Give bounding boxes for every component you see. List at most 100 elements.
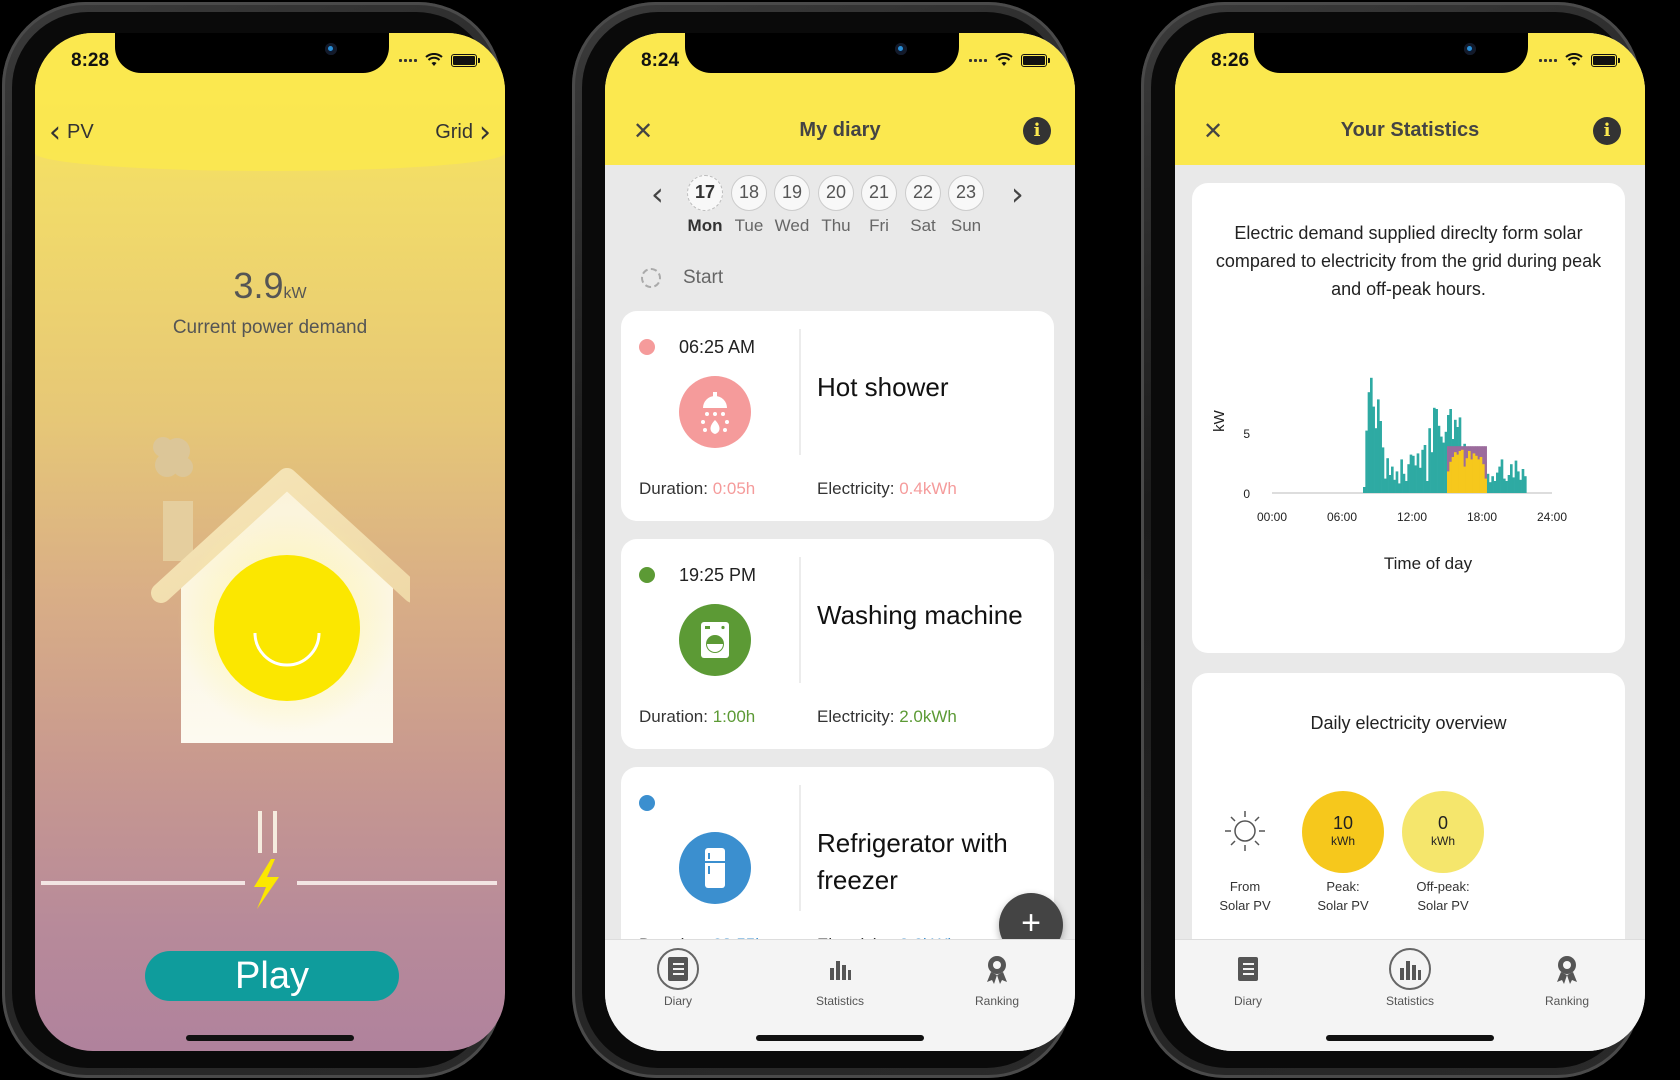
notch — [1254, 33, 1528, 73]
chart-bar — [1372, 406, 1375, 493]
chart-bar — [1391, 466, 1394, 493]
chart-bar — [1409, 454, 1413, 493]
chart-bar — [1512, 477, 1515, 493]
chart-bar — [1365, 430, 1368, 493]
diary-entry-card[interactable]: 19:25 PM Washing machine Duration: 1:00h… — [621, 539, 1054, 749]
entry-name: Refrigerator with freezer — [817, 828, 1008, 895]
chart-bar — [1437, 425, 1441, 493]
overview-off-peak: 0 kWh Off-peak: Solar PV — [1402, 791, 1484, 915]
info-icon[interactable]: i — [1023, 117, 1051, 145]
entry-duration: Duration: 0:05h — [639, 479, 756, 498]
entry-duration: Duration: 1:00h — [639, 707, 756, 726]
chevron-right-icon: › — [479, 114, 491, 150]
entry-color-dot — [639, 339, 655, 355]
chart-bar — [1447, 471, 1450, 493]
day-mon[interactable]: 17 Mon — [685, 175, 725, 236]
chart-bar — [1503, 478, 1506, 493]
ranking-icon — [1557, 956, 1577, 984]
home-indicator — [756, 1035, 924, 1041]
chart-bar — [1377, 399, 1380, 493]
day-fri[interactable]: 21 Fri — [859, 175, 899, 236]
battery-icon — [451, 53, 480, 67]
day-tue[interactable]: 18 Tue — [729, 175, 769, 236]
chart-bar — [1465, 458, 1469, 493]
start-marker-icon — [641, 268, 661, 288]
day-sat[interactable]: 22 Sat — [903, 175, 943, 236]
tab-ranking[interactable]: Ranking — [957, 948, 1037, 1008]
demand-chart: kW Time of day 00:00 06:00 12:00 18:00 24:00… — [1211, 377, 1567, 573]
nav-grid-label: Grid — [435, 121, 473, 143]
chart-bar — [1442, 442, 1445, 493]
diary-entry-card[interactable]: 06:25 AM Hot shower Duration: 0:05h Elec… — [621, 311, 1054, 521]
entry-color-dot — [639, 795, 655, 811]
day-thu[interactable]: 20 Thu — [816, 175, 856, 236]
y-axis-label: kW — [1211, 409, 1228, 432]
diary-icon — [668, 957, 688, 981]
chart-description: Electric demand supplied direclty form s… — [1215, 223, 1602, 299]
chart-bar — [1400, 459, 1403, 493]
shower-icon — [679, 376, 751, 448]
chart-bar — [1500, 459, 1504, 493]
chart-bar — [1381, 447, 1385, 493]
chevron-right-icon[interactable]: › — [1011, 175, 1024, 213]
chart-bar — [1430, 452, 1434, 493]
chart-bar — [1496, 472, 1499, 493]
info-icon[interactable]: i — [1593, 117, 1621, 145]
nav-pv-button[interactable]: ‹ PV — [49, 117, 94, 147]
overview-peak: 10 kWh Peak: Solar PV — [1302, 791, 1384, 915]
chart-bar — [1486, 473, 1490, 493]
chart-bar — [1472, 453, 1476, 493]
chart-bar — [1491, 476, 1494, 493]
grid-connection-icon — [41, 811, 497, 909]
chart-card: Electric demand supplied direclty form s… — [1192, 183, 1625, 653]
signal-icon — [1539, 58, 1557, 62]
tab-diary[interactable]: Diary — [638, 948, 718, 1008]
chart-bar — [1374, 428, 1378, 493]
power-readout: 3.9kW — [35, 265, 505, 307]
statistics-screen: 8:26 ✕ Your Statistics i Electric demand… — [1175, 33, 1645, 1051]
tab-statistics[interactable]: Statistics — [800, 948, 880, 1008]
chart-bar — [1428, 428, 1431, 493]
chart-bar — [1370, 377, 1373, 493]
ranking-icon — [987, 956, 1007, 984]
chart-bar — [1435, 409, 1438, 493]
tab-diary[interactable]: Diary — [1208, 948, 1288, 1008]
x-tick-label: 12:00 — [1397, 510, 1427, 524]
phone-diary-screen: 8:24 ✕ My diary i ‹ 17 Mon 18 Tue 19 Wed 20… — [572, 2, 1075, 1078]
chart-bar — [1423, 445, 1427, 493]
statistics-icon — [830, 961, 851, 980]
play-button[interactable]: Play — [145, 951, 399, 1001]
status-time: 8:28 — [71, 50, 110, 71]
signal-icon — [969, 58, 987, 62]
chart-bar — [1379, 421, 1382, 493]
home-screen: 8:28 ‹ PV Grid › 3.9kW Current power dem… — [35, 33, 505, 1051]
home-indicator — [1326, 1035, 1494, 1041]
nav-grid-button[interactable]: Grid › — [435, 114, 491, 150]
power-value: 3.9 — [233, 265, 284, 306]
chevron-left-icon[interactable]: ‹ — [651, 175, 664, 213]
lightning-icon — [254, 859, 279, 909]
tab-statistics[interactable]: Statistics — [1370, 948, 1450, 1008]
x-tick-label: 06:00 — [1327, 510, 1357, 524]
day-sun[interactable]: 23 Sun — [946, 175, 986, 236]
chart-bar — [1468, 451, 1471, 493]
chart-bar — [1489, 482, 1492, 493]
chart-bar — [1454, 452, 1457, 493]
smiley-sun-icon — [214, 555, 360, 701]
chart-bar — [1475, 455, 1478, 493]
chart-bar — [1384, 478, 1387, 493]
washing-machine-icon — [679, 604, 751, 676]
tab-ranking[interactable]: Ranking — [1527, 948, 1607, 1008]
chart-bar — [1456, 454, 1459, 493]
home-indicator — [186, 1035, 354, 1041]
phone-home-screen: 8:28 ‹ PV Grid › 3.9kW Current power dem… — [2, 2, 505, 1078]
entry-name: Hot shower — [817, 372, 949, 402]
chart-bar — [1444, 431, 1448, 493]
entry-electricity: Electricity: 0.4kWh — [817, 479, 957, 498]
day-wed[interactable]: 19 Wed — [772, 175, 812, 236]
camera-icon — [895, 43, 907, 55]
x-tick-label: 18:00 — [1467, 510, 1497, 524]
chart-bar — [1398, 483, 1401, 493]
chart-bar — [1451, 457, 1455, 493]
smoke-icon — [153, 437, 193, 477]
